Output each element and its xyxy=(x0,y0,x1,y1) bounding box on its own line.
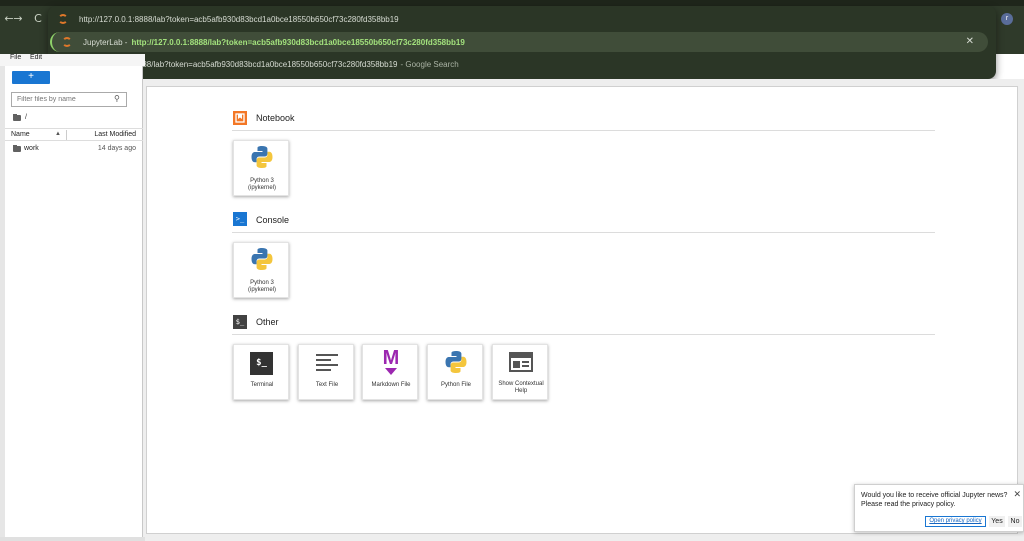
card-label: Markdown File xyxy=(371,382,411,388)
omnibox-suggestion-selected[interactable]: JupyterLab - http://127.0.0.1:8888/lab?t… xyxy=(50,32,988,52)
section-divider xyxy=(232,334,935,335)
filter-files-input[interactable] xyxy=(11,92,127,107)
close-icon[interactable]: ✕ xyxy=(1013,489,1021,500)
open-privacy-policy-button[interactable]: Open privacy policy xyxy=(925,516,986,527)
section-divider xyxy=(232,130,935,131)
launcher-card-text-file[interactable]: Text File xyxy=(298,344,354,400)
card-sublabel: (ipykernel) xyxy=(247,287,276,293)
breadcrumb-root: / xyxy=(25,114,27,121)
menu-bar xyxy=(0,54,145,66)
python-icon xyxy=(251,146,273,168)
suggestion-url: http://127.0.0.1:8888/lab?token=acb5afb9… xyxy=(131,37,465,47)
forward-icon: → xyxy=(13,12,23,25)
reload-button[interactable]: C xyxy=(31,12,45,26)
new-launcher-button[interactable]: + xyxy=(12,71,50,84)
forward-button[interactable]: → xyxy=(11,12,25,26)
status-bar xyxy=(0,537,145,541)
file-name: work xyxy=(24,145,39,152)
launcher-card-terminal[interactable]: $_ Terminal xyxy=(233,344,289,400)
launcher-card-python3-notebook[interactable]: Python 3 (ipykernel) xyxy=(233,140,289,196)
text-file-icon xyxy=(316,354,338,371)
menu-edit[interactable]: Edit xyxy=(30,54,42,61)
card-label: Text File xyxy=(315,382,339,388)
omnibox-search-suggestion[interactable]: ⚲ http://127.0.0.1:8888/lab?token=acb5af… xyxy=(48,54,996,74)
python-icon xyxy=(445,351,467,373)
jupyter-news-notification: Would you like to receive official Jupyt… xyxy=(854,484,1024,532)
breadcrumb[interactable]: / xyxy=(13,113,27,121)
launcher-card-markdown-file[interactable]: M Markdown File xyxy=(362,344,418,400)
reload-icon: C xyxy=(34,12,42,25)
suggestion-suffix: - Google Search xyxy=(400,59,459,69)
section-title-other: Other xyxy=(256,317,279,327)
profile-avatar[interactable]: r xyxy=(1001,13,1013,25)
section-divider xyxy=(232,232,935,233)
sort-ascending-icon: ▲ xyxy=(55,131,61,137)
other-icon: $_ xyxy=(233,315,247,329)
folder-icon xyxy=(13,113,21,121)
file-modified: 14 days ago xyxy=(97,145,136,152)
omnibox-suggestion[interactable]: http://127.0.0.1:8888/lab?token=acb5afb9… xyxy=(48,9,996,29)
python-icon xyxy=(251,248,273,270)
omnibox-dropdown: http://127.0.0.1:8888/lab?token=acb5afb9… xyxy=(48,6,996,79)
suggestion-title: JupyterLab - xyxy=(83,37,128,47)
notification-message: Would you like to receive official Jupyt… xyxy=(861,492,1008,508)
file-list-header: Name ▲ Last Modified xyxy=(5,128,143,141)
remove-suggestion-icon[interactable]: ✕ xyxy=(966,36,974,47)
search-icon: ⚲ xyxy=(114,94,120,103)
column-divider xyxy=(66,130,67,140)
contextual-help-icon xyxy=(509,352,533,372)
card-sublabel: Help xyxy=(514,388,528,394)
launcher-card-contextual-help[interactable]: Show Contextual Help xyxy=(492,344,548,400)
folder-icon xyxy=(13,145,21,152)
card-label: Show Contextual xyxy=(498,381,544,387)
suggestion-url: http://127.0.0.1:8888/lab?token=acb5afb9… xyxy=(79,14,399,24)
card-label: Terminal xyxy=(250,382,274,388)
card-label: Python 3 xyxy=(250,178,274,184)
file-list-item[interactable]: work 14 days ago xyxy=(5,143,143,155)
terminal-icon: $_ xyxy=(250,352,273,375)
console-icon: >_ xyxy=(233,212,247,226)
column-name[interactable]: Name xyxy=(11,131,30,138)
markdown-arrow-icon xyxy=(385,368,397,375)
section-title-notebook: Notebook xyxy=(256,113,295,123)
launcher-card-python-file[interactable]: Python File xyxy=(427,344,483,400)
launcher-card-python3-console[interactable]: Python 3 (ipykernel) xyxy=(233,242,289,298)
card-label: Python 3 xyxy=(250,280,274,286)
card-label: Python File xyxy=(440,382,471,388)
card-sublabel: (ipykernel) xyxy=(247,185,276,191)
section-title-console: Console xyxy=(256,215,290,225)
jupyter-favicon-icon xyxy=(58,14,68,24)
markdown-icon: M xyxy=(382,347,400,369)
notebook-icon xyxy=(233,111,247,125)
jupyter-favicon-icon xyxy=(62,37,72,47)
column-last-modified[interactable]: Last Modified xyxy=(94,131,136,138)
yes-button[interactable]: Yes xyxy=(989,516,1005,527)
no-button[interactable]: No xyxy=(1008,516,1022,527)
menu-file[interactable]: File xyxy=(10,54,21,61)
